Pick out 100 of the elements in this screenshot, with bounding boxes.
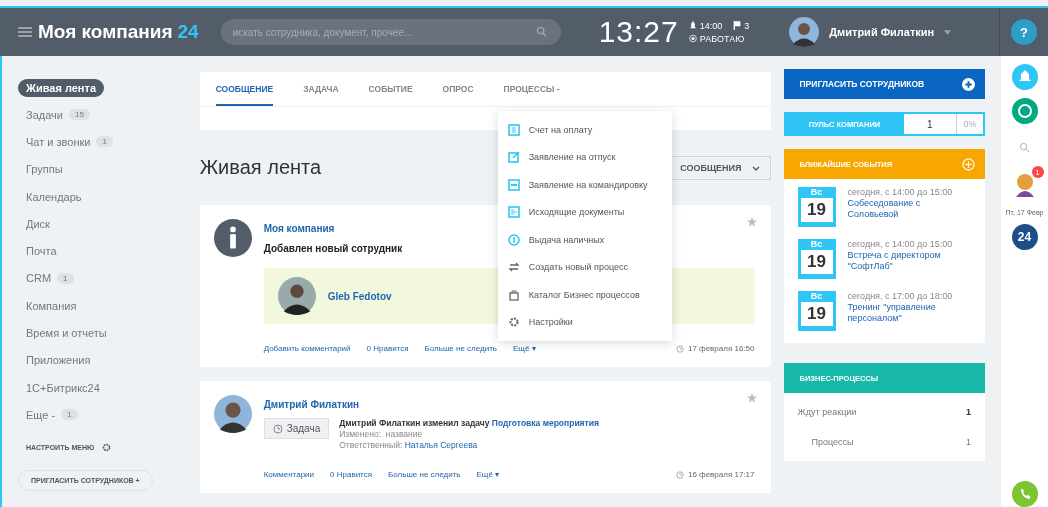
- phone-icon[interactable]: [1011, 481, 1038, 507]
- menu-item[interactable]: Выдача наличных: [497, 226, 672, 254]
- caret-icon[interactable]: [944, 29, 952, 35]
- sidebar-item[interactable]: Еще - 1: [18, 401, 86, 429]
- page-title: Живая лента: [199, 156, 322, 179]
- post-text: Дмитрий Филаткин изменил задачу Подготовка мероприятия: [339, 418, 599, 428]
- event-title-link[interactable]: Встреча с директором "СофтЛаб": [847, 250, 974, 272]
- app-logo[interactable]: 24: [1011, 224, 1038, 250]
- event-title-link[interactable]: Тренинг "управление персоналом": [847, 302, 974, 324]
- list-icon: [507, 206, 520, 219]
- alarm-time: 14:00: [699, 20, 723, 31]
- post-action-link[interactable]: Больше не следить: [388, 470, 461, 479]
- search-icon[interactable]: [1019, 142, 1031, 153]
- counter-badge: 1: [57, 272, 74, 284]
- counter-badge: 1: [96, 136, 113, 148]
- sidebar-item[interactable]: Группы: [18, 155, 71, 183]
- sidebar-item[interactable]: Живая лента: [18, 79, 105, 97]
- star-icon[interactable]: [746, 217, 757, 227]
- company-logo-number: 24: [177, 21, 199, 43]
- pulse-percent: 0%: [957, 114, 984, 134]
- refresh-icon: [507, 261, 520, 274]
- composer-tab[interactable]: ЗАДАЧА: [303, 72, 339, 106]
- menu-item[interactable]: Создать новый процесс: [497, 253, 672, 281]
- task-link[interactable]: Подготовка мероприятия: [491, 418, 599, 428]
- process-count: 1: [966, 437, 972, 447]
- composer-tab[interactable]: ОПРОС: [442, 72, 474, 106]
- composer-tab[interactable]: СООБЩЕНИЕ: [215, 72, 274, 106]
- clock-icon: [675, 470, 684, 479]
- post-author[interactable]: Моя компания: [263, 223, 335, 234]
- post-action-link[interactable]: 0 Нравится: [366, 344, 409, 353]
- sidebar-item[interactable]: Задачи 15: [18, 101, 98, 129]
- sidebar-item[interactable]: CRM 1: [18, 264, 82, 293]
- clock-time: 13:27: [598, 15, 679, 49]
- chevron-icon: [751, 165, 760, 171]
- process-label[interactable]: Ждут реакции: [797, 407, 857, 417]
- document-icon: [507, 123, 520, 136]
- status-icon: [688, 34, 697, 43]
- employee-name[interactable]: Gleb Fedotov: [327, 290, 392, 302]
- sidebar-item[interactable]: Время и отчеты: [18, 319, 115, 347]
- sidebar-item[interactable]: Почта: [18, 237, 65, 265]
- counter-badge: 15: [68, 109, 90, 121]
- post-action-link[interactable]: Ещё ▾: [476, 470, 500, 479]
- task-badge: Задача: [263, 418, 330, 439]
- bag-icon: [507, 288, 520, 301]
- clock-icon: [272, 423, 283, 434]
- post-action-link[interactable]: Комментарии: [263, 470, 315, 479]
- post-action-link[interactable]: Больше не следить: [424, 344, 497, 353]
- post-action-link[interactable]: Ещё ▾: [513, 344, 536, 353]
- event-time: сегодня, с 14:00 до 15:00: [847, 187, 954, 198]
- company-logo-name: Моя компания: [38, 21, 173, 43]
- gear-icon[interactable]: [102, 442, 112, 452]
- plus-circle-icon[interactable]: [962, 157, 976, 171]
- sidebar-item[interactable]: Диск: [18, 210, 58, 238]
- star-icon[interactable]: [746, 393, 757, 403]
- plus-icon: [962, 77, 976, 91]
- composer-tab[interactable]: ПРОЦЕССЫ -: [503, 72, 560, 106]
- event-title-link[interactable]: Собеседование с Соловьевой: [847, 198, 974, 220]
- edit-icon: [507, 151, 520, 164]
- menu-item[interactable]: Каталог Бизнес процессов: [497, 281, 672, 309]
- menu-item[interactable]: Счет на оплату: [497, 116, 672, 144]
- user-name[interactable]: Дмитрий Филаткин: [829, 26, 935, 38]
- search-field[interactable]: искать сотрудника, документ, прочее...: [220, 19, 561, 45]
- coin-icon: [507, 233, 520, 246]
- event-time: сегодня, с 14:00 до 15:00: [847, 239, 954, 250]
- invite-button[interactable]: ПРИГЛАСИТЬ СОТРУДНИКОВ: [783, 69, 986, 99]
- work-status[interactable]: РАБОТАЮ: [699, 33, 745, 44]
- composer-tab[interactable]: СОБЫТИЕ: [368, 72, 413, 106]
- sidebar-item[interactable]: Приложения: [18, 346, 99, 374]
- calendar-date: Вс 19: [797, 187, 836, 227]
- bell-icon[interactable]: [1011, 64, 1038, 90]
- calendar-date: Вс 19: [797, 239, 836, 279]
- menu-item[interactable]: Исходящие документы: [497, 198, 672, 226]
- post-headline: Добавлен новый сотрудник: [263, 243, 403, 254]
- avatar-silhouette-icon: [213, 395, 252, 433]
- menu-item[interactable]: Заявление на командировку: [497, 171, 672, 199]
- notification-badge: 1: [1031, 166, 1044, 178]
- process-count: 1: [966, 407, 972, 417]
- menu-icon[interactable]: [18, 26, 32, 38]
- sidebar-item[interactable]: Компания: [18, 292, 85, 320]
- post-author[interactable]: Дмитрий Филаткин: [263, 399, 360, 410]
- avatar-silhouette-icon[interactable]: [789, 17, 820, 47]
- post-action-link[interactable]: 0 Нравится: [330, 470, 373, 479]
- calendar-date: Вс 19: [797, 291, 836, 331]
- bell-icon: [688, 21, 697, 30]
- menu-item[interactable]: Настройки: [497, 308, 672, 336]
- responsible-note: Ответственный: Наталья Сергеева: [339, 440, 479, 450]
- form-icon: [507, 178, 520, 191]
- event-time: сегодня, с 17:00 до 18:00: [847, 291, 954, 302]
- sidebar-item[interactable]: Календарь: [18, 182, 90, 211]
- process-label[interactable]: Процессы: [811, 437, 854, 447]
- person-link[interactable]: Наталья Сергеева: [404, 440, 478, 450]
- sidebar-item[interactable]: Чат и звонки 1: [18, 128, 121, 156]
- post-date: 16 февраля 17:17: [687, 470, 755, 479]
- sidebar-item[interactable]: 1С+Битрикс24: [18, 373, 108, 402]
- filter-dropdown[interactable]: СООБЩЕНИЯ: [669, 155, 771, 180]
- search-icon[interactable]: [535, 26, 547, 37]
- post-action-link[interactable]: Добавить комментарий: [263, 344, 351, 353]
- info-icon: [213, 219, 252, 257]
- menu-item[interactable]: Заявление на отпуск: [497, 143, 672, 171]
- chat-icon[interactable]: [1011, 98, 1038, 124]
